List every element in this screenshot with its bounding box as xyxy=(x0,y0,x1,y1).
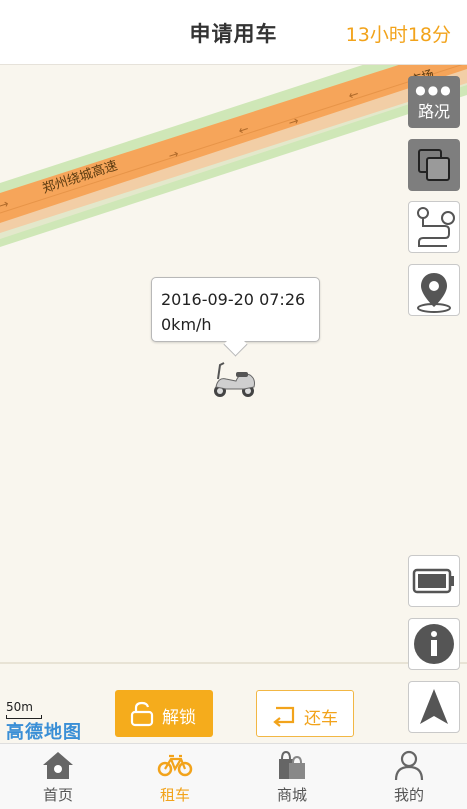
traffic-light-icon: ●●● xyxy=(415,83,453,97)
header-bar: 申请用车 13小时18分 xyxy=(0,0,467,65)
tab-profile[interactable]: 我的 xyxy=(351,744,467,809)
tab-mall[interactable]: 商城 xyxy=(234,744,350,809)
vehicle-info-button[interactable] xyxy=(408,618,460,670)
return-icon xyxy=(273,706,295,727)
layers-icon xyxy=(418,149,450,181)
scale-label: 50m xyxy=(6,700,33,714)
side-road xyxy=(0,69,467,239)
unlock-icon xyxy=(130,701,154,727)
map-pin-icon xyxy=(417,273,451,313)
tab-profile-label: 我的 xyxy=(393,786,424,804)
scooter-marker-icon[interactable] xyxy=(210,357,258,405)
battery-status-button[interactable] xyxy=(408,555,460,607)
home-icon xyxy=(43,752,73,779)
tab-rent-label: 租车 xyxy=(159,786,190,804)
shopping-bag-icon xyxy=(279,750,305,779)
rental-timer: 13小时18分 xyxy=(345,24,451,46)
vehicle-speed: 0km/h xyxy=(161,315,212,334)
traffic-label: 路况 xyxy=(417,102,450,121)
vehicle-timestamp: 2016-09-20 07:26 xyxy=(161,290,306,309)
tab-home[interactable]: 首页 xyxy=(0,744,116,809)
map-layer-button[interactable] xyxy=(408,139,460,191)
return-vehicle-button[interactable]: 还车 xyxy=(256,690,354,737)
unlock-label: 解锁 xyxy=(162,708,196,728)
track-route-button[interactable] xyxy=(408,201,460,253)
user-icon xyxy=(394,750,424,781)
route-icon xyxy=(417,207,455,247)
unlock-button[interactable]: 解锁 xyxy=(115,690,213,737)
map-provider-logo: 高德地图 xyxy=(6,722,82,743)
navigate-button[interactable] xyxy=(408,681,460,733)
map-scale: 50m xyxy=(6,700,42,719)
return-label: 还车 xyxy=(304,709,338,729)
tab-rent[interactable]: 租车 xyxy=(117,744,233,809)
navigation-arrow-icon xyxy=(420,689,448,724)
battery-icon xyxy=(412,568,454,594)
tab-mall-label: 商城 xyxy=(276,786,307,804)
bicycle-icon xyxy=(157,754,193,777)
info-icon xyxy=(414,624,454,664)
bottom-tab-bar: 首页 租车 商城 我的 xyxy=(0,743,467,809)
traffic-toggle-button[interactable]: ●●● 路况 xyxy=(408,76,460,128)
tab-home-label: 首页 xyxy=(42,786,73,804)
vehicle-info-popup: 2016-09-20 07:26 0km/h xyxy=(151,277,320,342)
locate-vehicle-button[interactable] xyxy=(408,264,460,316)
